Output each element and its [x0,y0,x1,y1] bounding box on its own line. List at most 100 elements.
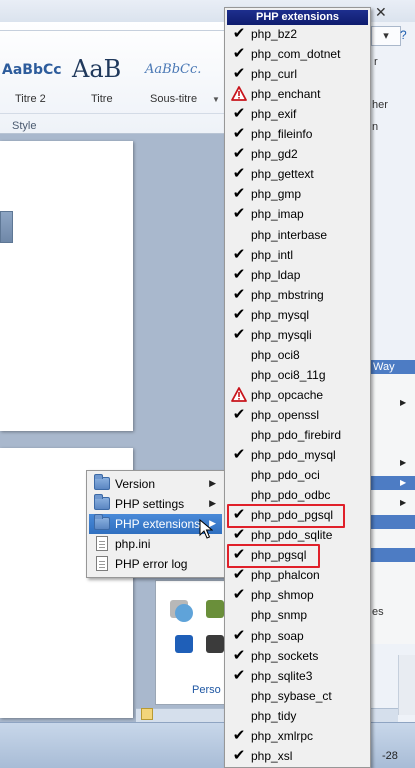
tray-link-text[interactable]: Perso [192,684,221,696]
tray-app-icon[interactable] [206,635,224,653]
extension-item-label: php_openssl [251,407,320,422]
right-toolbar-button[interactable]: ▾ [371,26,401,46]
checkmark-icon: ✔ [232,666,246,684]
chevron-right-icon[interactable]: ▶ [400,498,406,507]
extension-item[interactable]: ✔ php_sockets [227,647,368,667]
checkmark-icon: ✔ [232,65,246,83]
checkmark-icon: ✔ [232,405,246,423]
extension-item[interactable]: ✔ php_intl [227,246,368,266]
right-menu-highlight [369,515,415,529]
style-sample-titre[interactable]: AaB [72,55,121,83]
folder-icon [94,474,110,490]
document-page[interactable] [0,141,133,431]
checkmark-icon: ✔ [232,245,246,263]
ribbon-divider [0,113,225,114]
checkmark-icon: ✔ [232,746,246,764]
chevron-right-icon[interactable]: ▶ [400,398,406,407]
document-status-icon[interactable] [141,708,153,720]
style-sample-sous-titre[interactable]: AaBbCc. [145,62,201,77]
extension-item-label: php_exif [251,107,297,122]
extension-item[interactable]: ✔ php_soap [227,627,368,647]
extension-item[interactable]: php_sybase_ct [227,687,368,707]
style-label-titre2: Titre 2 [15,93,46,105]
document-shape[interactable] [0,211,13,243]
php-extensions-menu-title: PHP extensions [227,10,368,25]
extension-item-label: php_pdo_odbc [251,488,331,503]
extension-item[interactable]: php_enchant [227,85,368,105]
extension-item[interactable]: ✔ php_mysqli [227,326,368,346]
checkmark-icon: ✔ [232,265,246,283]
context-menu-item-label: PHP settings [115,497,185,511]
close-icon[interactable]: ✕ [375,4,393,20]
styles-more-icon[interactable]: ▼ [212,95,220,104]
extension-item[interactable]: ✔ php_gmp [227,185,368,205]
context-menu-item[interactable]: PHP settings ▶ [89,494,222,514]
extension-item[interactable]: ✔ php_curl [227,65,368,85]
bluetooth-icon[interactable] [175,635,193,653]
right-menu-highlight [369,548,415,562]
extension-item[interactable]: ✔ php_ldap [227,266,368,286]
extension-item-label: php_pdo_mysql [251,448,336,463]
extension-item[interactable]: ✔ php_phalcon [227,566,368,586]
extension-item-label: php_pdo_pgsql [251,508,334,523]
file-icon [96,536,108,551]
extension-item-label: php_enchant [251,87,321,102]
checkmark-icon: ✔ [232,125,246,143]
extension-item[interactable]: ✔ php_com_dotnet [227,45,368,65]
extension-item[interactable]: ✔ php_pdo_mysql [227,446,368,466]
context-menu-item[interactable]: Version ▶ [89,474,222,494]
extension-item[interactable]: ✔ php_fileinfo [227,125,368,145]
extension-item[interactable]: ✔ php_imap [227,205,368,225]
checkmark-icon: ✔ [232,726,246,744]
php-extensions-menu: PHP extensions ✔ php_bz2 ✔ php_com_dotnet ✔ p… [224,7,371,768]
extension-item[interactable]: ✔ php_gettext [227,165,368,185]
extension-item-label: php_mbstring [251,287,324,302]
extension-item[interactable]: ✔ php_shmop [227,586,368,606]
extension-item[interactable]: ✔ php_pdo_sqlite [227,526,368,546]
extension-item-label: php_pdo_firebird [251,428,342,442]
extension-item[interactable]: php_pdo_firebird [227,426,368,446]
extension-item-label: php_mysqli [251,327,312,342]
chevron-right-icon[interactable]: ▶ [400,478,406,487]
extension-item[interactable]: php_interbase [227,226,368,246]
extension-item[interactable]: php_oci8_11g [227,366,368,386]
extension-item[interactable]: ✔ php_xmlrpc [227,727,368,747]
extension-item[interactable]: ✔ php_mysql [227,306,368,326]
extension-item[interactable]: ✔ php_mbstring [227,286,368,306]
extension-item[interactable]: ✔ php_pdo_pgsql [227,504,368,529]
tray-network-icon[interactable] [175,604,193,622]
extension-item-label: php_bz2 [251,27,298,41]
extension-item[interactable]: php_snmp [227,606,368,626]
extension-item[interactable]: php_opcache [227,386,368,406]
checkmark-icon: ✔ [232,305,246,323]
taskbar-clock[interactable]: -28 [382,750,398,762]
extension-item[interactable]: php_pdo_odbc [227,486,368,506]
extension-item-label: php_tidy [251,708,297,723]
extension-item-label: php_gmp [251,187,302,202]
context-menu-item-label: PHP extensions [115,517,201,531]
extension-item[interactable]: php_tidy [227,707,368,727]
extension-item-label: php_shmop [251,588,314,603]
extension-item[interactable]: ✔ php_exif [227,105,368,125]
extension-item[interactable]: php_oci8 [227,346,368,366]
extension-item[interactable]: ✔ php_pgsql [227,544,368,569]
help-icon[interactable]: ? [400,28,414,44]
chevron-right-icon[interactable]: ▶ [400,458,406,467]
extension-item[interactable]: ✔ php_gd2 [227,145,368,165]
extension-item[interactable]: ✔ php_bz2 [227,25,368,45]
extension-item[interactable]: php_pdo_oci [227,466,368,486]
extension-item-label: php_gd2 [251,147,298,162]
context-menu-item[interactable]: PHP error log [89,554,222,574]
extension-item-label: php_pdo_oci [251,468,320,483]
right-menu-remnant [369,374,415,644]
tray-app-icon[interactable] [206,600,224,618]
style-sample-titre2[interactable]: AaBbCc [2,62,62,78]
checkmark-icon: ✔ [232,325,246,343]
extension-item-label: php_opcache [251,387,324,402]
checkmark-icon: ✔ [232,546,246,564]
scrollbar[interactable] [398,655,415,715]
extension-item[interactable]: ✔ php_xsl [227,747,368,767]
context-menu-item-label: PHP error log [115,557,188,571]
extension-item[interactable]: ✔ php_openssl [227,406,368,426]
extension-item[interactable]: ✔ php_sqlite3 [227,667,368,687]
